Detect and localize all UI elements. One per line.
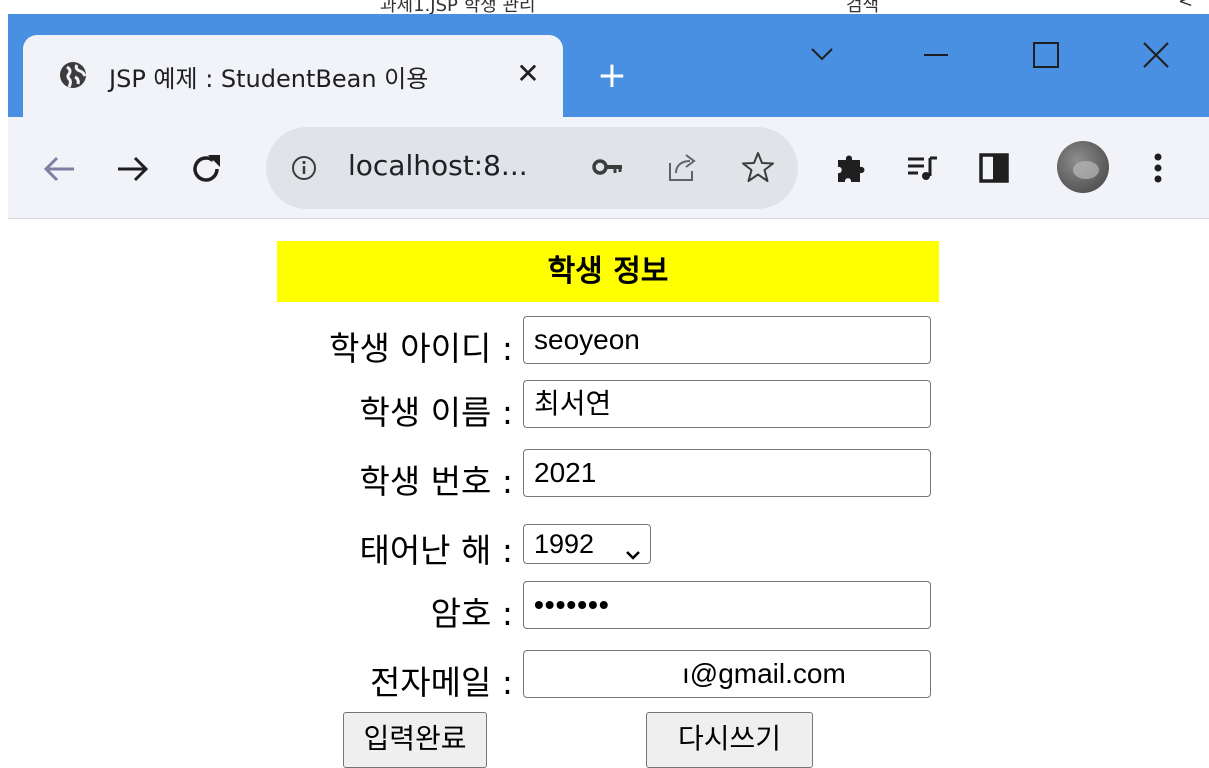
tab-close-icon[interactable]: ✕: [510, 56, 546, 92]
tab-title: JSP 예제 : StudentBean 이용: [109, 65, 429, 93]
form-row-id: 학생 아이디 : seoyeon: [277, 316, 939, 370]
browser-toolbar: localhost:8...: [8, 117, 1209, 219]
address-bar[interactable]: localhost:8...: [266, 127, 798, 209]
share-icon[interactable]: [664, 149, 700, 185]
minimize-icon[interactable]: [912, 36, 960, 76]
extensions-icon[interactable]: [830, 146, 874, 190]
form-row-buttons: 입력완료 다시쓰기: [277, 712, 939, 768]
student-number-input[interactable]: 2021: [523, 449, 931, 497]
form-row-number: 학생 번호 : 2021: [277, 449, 939, 503]
media-icon[interactable]: [900, 146, 944, 190]
birth-year-label: 태어난 해 :: [359, 531, 513, 570]
student-id-input[interactable]: seoyeon: [523, 316, 931, 364]
star-icon[interactable]: [740, 149, 776, 185]
birth-year-value: 1992: [534, 529, 595, 559]
forward-arrow-icon[interactable]: [110, 147, 154, 191]
background-window-text: <: [1178, 0, 1194, 12]
tab-search-icon[interactable]: [798, 36, 846, 76]
background-window-text: 과제1.JSP 학생 관리: [380, 0, 536, 14]
browser-tab-active[interactable]: JSP 예제 : StudentBean 이용 ✕: [23, 35, 563, 117]
form-title: 학생 정보: [277, 241, 939, 302]
key-icon[interactable]: [590, 149, 626, 185]
reload-icon[interactable]: [184, 147, 228, 191]
password-input[interactable]: •••••••: [523, 581, 931, 629]
password-label: 암호 :: [430, 594, 513, 633]
side-panel-icon[interactable]: [972, 146, 1016, 190]
globe-icon: [58, 60, 88, 90]
submit-button[interactable]: 입력완료: [343, 712, 487, 768]
chevron-down-icon: [624, 536, 642, 560]
url-text: localhost:8...: [348, 149, 528, 182]
form-row-email: 전자메일 : ı@gmail.com: [277, 650, 939, 704]
form-row-password: 암호 : •••••••: [277, 581, 939, 635]
student-number-label: 학생 번호 :: [359, 462, 513, 501]
background-window-strip: 과제1.JSP 학생 관리 검색 <: [0, 0, 1209, 14]
kebab-menu-icon[interactable]: [1136, 146, 1180, 190]
new-tab-button[interactable]: +: [592, 56, 632, 96]
reset-button[interactable]: 다시쓰기: [646, 712, 813, 768]
student-name-input[interactable]: 최서연: [523, 380, 931, 428]
student-id-label: 학생 아이디 :: [329, 329, 513, 368]
email-label: 전자메일 :: [369, 663, 513, 702]
email-input[interactable]: ı@gmail.com: [523, 650, 931, 698]
avatar[interactable]: [1057, 141, 1109, 193]
student-name-label: 학생 이름 :: [359, 393, 513, 432]
form-row-name: 학생 이름 : 최서연: [277, 380, 939, 434]
browser-tabstrip: JSP 예제 : StudentBean 이용 ✕ +: [8, 14, 1209, 117]
back-arrow-icon[interactable]: [38, 147, 82, 191]
background-window-text: 검색: [846, 0, 880, 14]
form-row-birth-year: 태어난 해 : 1992: [277, 518, 939, 572]
close-icon[interactable]: [1132, 36, 1180, 76]
birth-year-select[interactable]: 1992: [523, 524, 651, 564]
maximize-icon[interactable]: [1022, 36, 1070, 76]
site-info-icon[interactable]: [290, 154, 318, 182]
